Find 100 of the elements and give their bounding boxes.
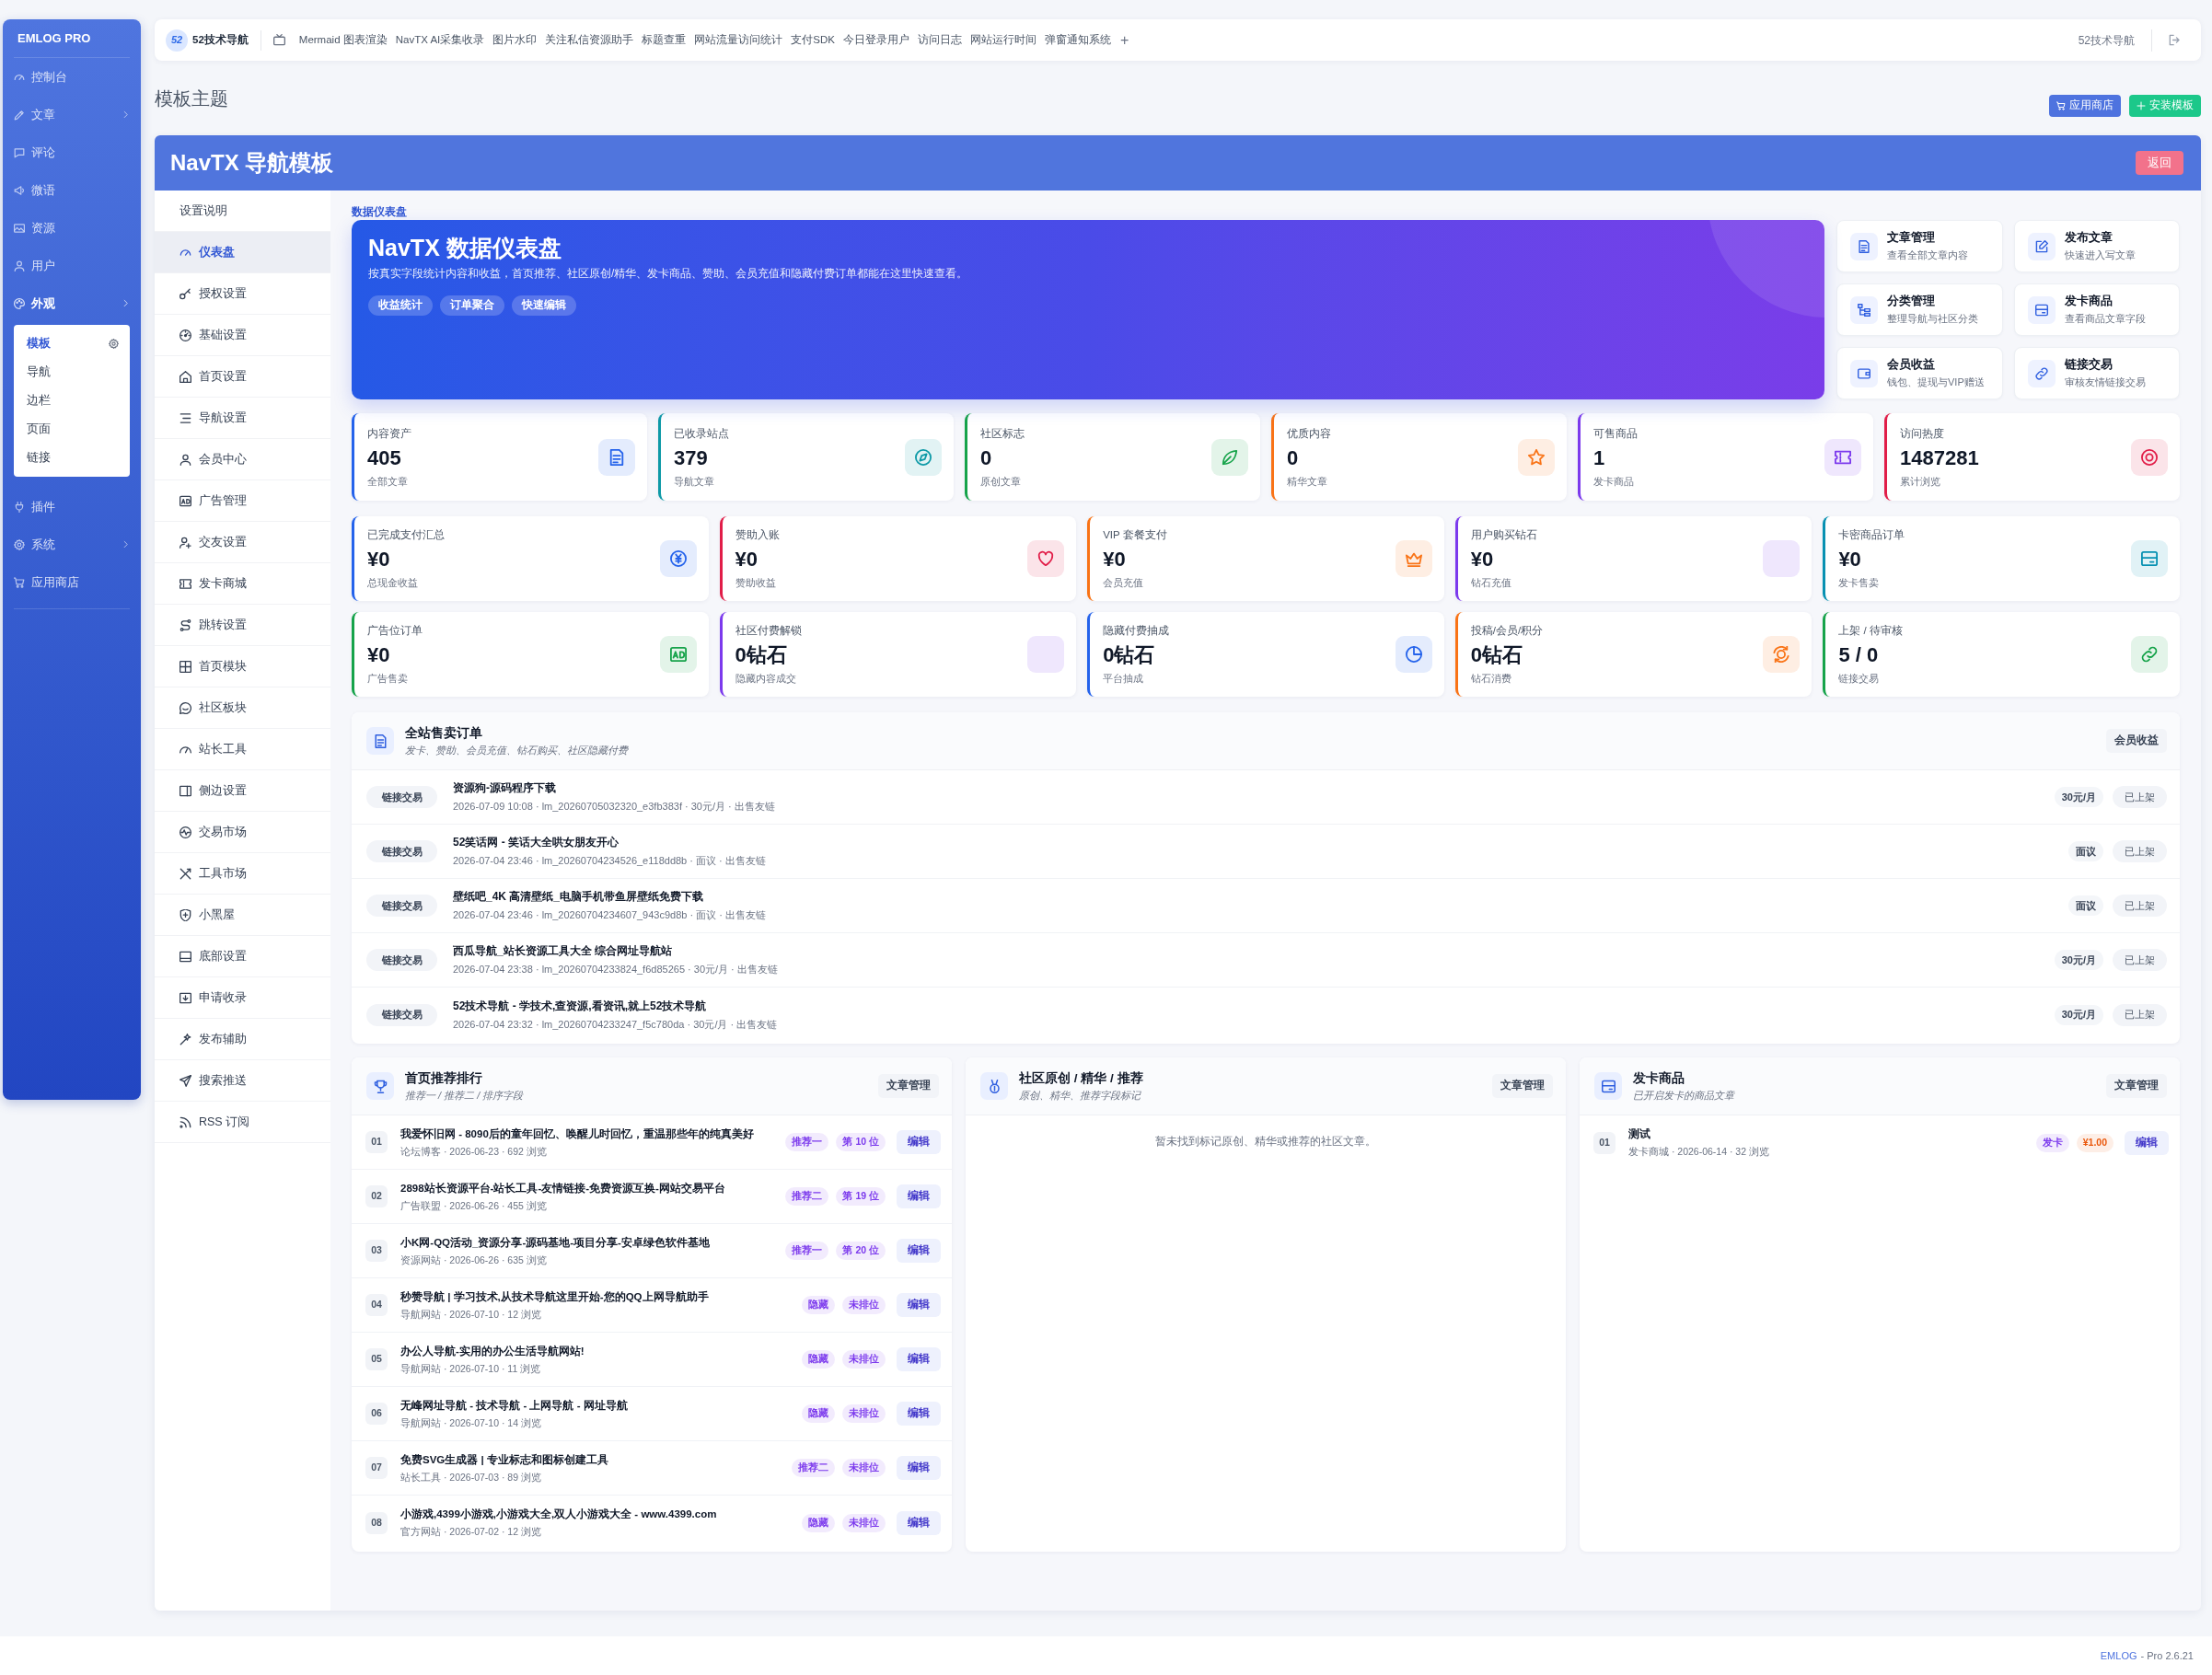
submenu-item[interactable]: 边栏: [14, 387, 130, 415]
settings-menu-item[interactable]: 侧边设置: [155, 770, 330, 812]
sidebar-item[interactable]: 系统: [14, 526, 130, 563]
stat-value: 0: [980, 445, 993, 471]
sidebar-item[interactable]: 外观: [14, 284, 130, 322]
section-action-button[interactable]: 文章管理: [1492, 1074, 1553, 1098]
settings-menu-item[interactable]: 底部设置: [155, 936, 330, 977]
settings-menu-item[interactable]: 导航设置: [155, 398, 330, 439]
sidebar-item[interactable]: 应用商店: [14, 563, 130, 601]
stat-label: 已完成支付汇总: [367, 528, 445, 542]
stat-caption: 原创文章: [980, 474, 1022, 489]
settings-menu-item[interactable]: 首页模块: [155, 646, 330, 687]
plugin-link[interactable]: Mermaid 图表渲染: [298, 31, 388, 49]
sidebar-item[interactable]: 资源: [14, 209, 130, 247]
plugin-link[interactable]: NavTX AI采集收录: [395, 31, 485, 49]
sidebar-item[interactable]: 用户: [14, 247, 130, 284]
settings-menu-item[interactable]: 首页设置: [155, 356, 330, 398]
submenu-item[interactable]: 链接: [14, 444, 130, 472]
panel-layout-icon: [180, 784, 191, 797]
plugin-link[interactable]: 关注私信资源助手: [545, 31, 634, 49]
sidebar-item[interactable]: 微语: [14, 171, 130, 209]
settings-menu-item[interactable]: 小黑屋: [155, 895, 330, 936]
plugin-link[interactable]: 标题查重: [642, 31, 687, 49]
settings-menu-item[interactable]: 交友设置: [155, 522, 330, 563]
quick-link-card[interactable]: 链接交易 审核友情链接交易: [2013, 347, 2180, 399]
edit-button[interactable]: 编辑: [897, 1293, 941, 1317]
edit-button[interactable]: 编辑: [897, 1130, 941, 1154]
site-name-link[interactable]: 52技术导航: [192, 31, 249, 49]
status-tag: 已上架: [2113, 895, 2167, 917]
sidebar-item[interactable]: 控制台: [14, 58, 130, 96]
plugin-link[interactable]: 访问日志: [917, 31, 962, 49]
tv-icon[interactable]: [272, 34, 285, 46]
edit-button[interactable]: 编辑: [897, 1510, 941, 1535]
quick-link-card[interactable]: 发卡商品 查看商品文章字段: [2013, 283, 2180, 336]
stat-label: 已收录站点: [674, 426, 729, 441]
settings-menu-item[interactable]: 广告管理: [155, 480, 330, 522]
edit-button[interactable]: 编辑: [897, 1456, 941, 1480]
plugin-link[interactable]: 弹窗通知系统: [1044, 31, 1111, 49]
app-store-button[interactable]: 应用商店: [2049, 95, 2121, 117]
medal-icon: [980, 1072, 1008, 1100]
stat-label: 优质内容: [1287, 426, 1331, 441]
settings-menu-item[interactable]: RSS 订阅: [155, 1102, 330, 1143]
section-action-button[interactable]: 文章管理: [2106, 1074, 2167, 1098]
site-link[interactable]: 52技术导航: [2078, 31, 2135, 49]
settings-menu-item[interactable]: 发布辅助: [155, 1019, 330, 1060]
settings-menu-item[interactable]: 基础设置: [155, 315, 330, 356]
submenu-item[interactable]: 导航: [14, 358, 130, 387]
site-logo[interactable]: 52: [166, 29, 188, 52]
sidebar-item[interactable]: 插件: [14, 488, 130, 526]
submenu-item[interactable]: 模板: [14, 329, 130, 358]
stat-label: 内容资产: [367, 426, 411, 441]
emlog-link[interactable]: EMLOG: [2100, 1647, 2137, 1664]
article-title: 测试: [1628, 1127, 1651, 1141]
chevron-right-icon: [122, 110, 130, 119]
breadcrumb-link[interactable]: 数据仪表盘: [352, 204, 407, 220]
quick-link-card[interactable]: 会员收益 钱包、提现与VIP赠送: [1836, 347, 2003, 399]
rank-number: 01: [1593, 1131, 1616, 1154]
plugin-link[interactable]: 今日登录用户: [842, 31, 909, 49]
settings-menu-item[interactable]: 申请收录: [155, 977, 330, 1019]
edit-button[interactable]: 编辑: [897, 1347, 941, 1371]
sidebar-item[interactable]: 评论: [14, 133, 130, 171]
rss-icon: [180, 1115, 191, 1128]
settings-icon[interactable]: [109, 339, 119, 349]
stat-label: 隐藏付费抽成: [1103, 624, 1170, 638]
edit-button[interactable]: 编辑: [897, 1239, 941, 1263]
plugin-link[interactable]: 网站流量访问统计: [694, 31, 783, 49]
settings-menu-item[interactable]: 社区板块: [155, 687, 330, 729]
settings-menu-item[interactable]: 搜索推送: [155, 1060, 330, 1102]
settings-menu-item[interactable]: 交易市场: [155, 812, 330, 853]
quick-link-card[interactable]: 分类管理 整理导航与社区分类: [1836, 283, 2003, 336]
plugin-link[interactable]: 图片水印: [492, 31, 538, 49]
document-icon: [1850, 232, 1878, 260]
price-tag: 面议: [2068, 895, 2103, 916]
quick-link-card[interactable]: 发布文章 快速进入写文章: [2013, 220, 2180, 272]
send-icon: [180, 1074, 191, 1087]
edit-button[interactable]: 编辑: [2125, 1130, 2169, 1155]
status-tag: 未排位: [842, 1459, 886, 1477]
settings-menu-item[interactable]: 跳转设置: [155, 605, 330, 646]
settings-menu-item[interactable]: 仪表盘: [155, 232, 330, 273]
edit-button[interactable]: 编辑: [897, 1402, 941, 1426]
stat-label: 投稿/会员/积分: [1470, 624, 1544, 638]
person-icon: [14, 260, 25, 271]
edit-button[interactable]: 编辑: [897, 1184, 941, 1208]
settings-menu-item[interactable]: 发卡商城: [155, 563, 330, 605]
house-icon: [180, 370, 191, 383]
plugin-link[interactable]: 支付SDK: [791, 31, 835, 49]
logout-icon[interactable]: [2169, 34, 2181, 46]
document-icon: [366, 727, 394, 755]
sidebar-item[interactable]: 文章: [14, 96, 130, 133]
add-link[interactable]: +: [1119, 32, 1129, 48]
submenu-item[interactable]: 页面: [14, 415, 130, 444]
section-action-button[interactable]: 会员收益: [2106, 729, 2167, 753]
quick-link-card[interactable]: 文章管理 查看全部文章内容: [1836, 220, 2003, 272]
settings-menu-item[interactable]: 授权设置: [155, 273, 330, 315]
plugin-link[interactable]: 网站运行时间: [969, 31, 1037, 49]
settings-menu-item[interactable]: 站长工具: [155, 729, 330, 770]
settings-menu-item[interactable]: 工具市场: [155, 853, 330, 895]
section-action-button[interactable]: 文章管理: [878, 1074, 939, 1098]
settings-menu-item[interactable]: 会员中心: [155, 439, 330, 480]
stat-caption: 平台抽成: [1103, 672, 1145, 686]
